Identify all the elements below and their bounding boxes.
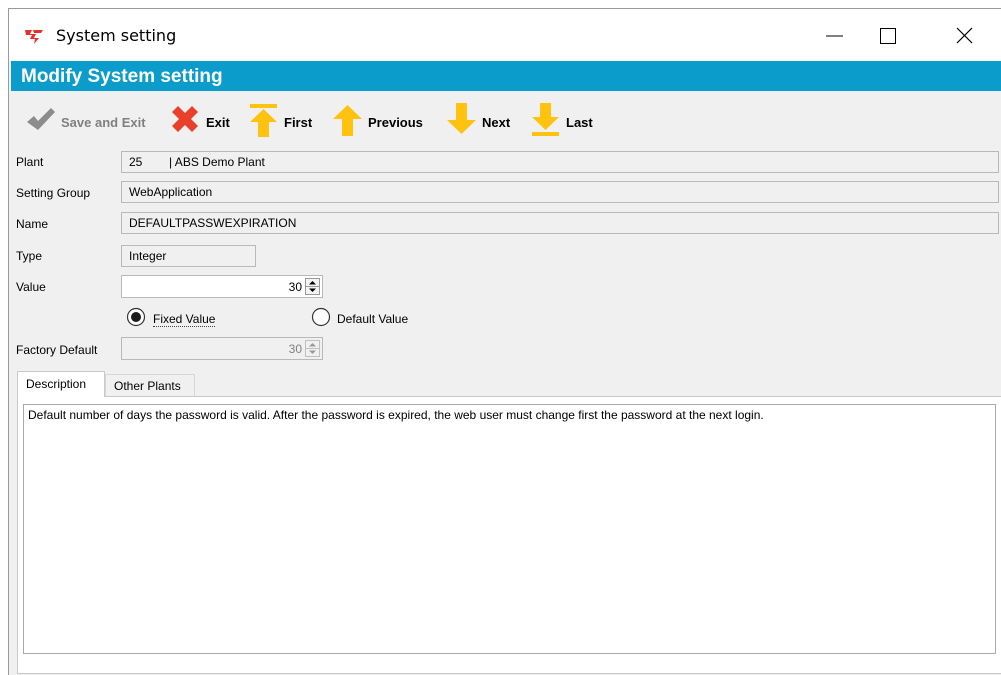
close-icon xyxy=(956,27,973,44)
description-textarea[interactable]: Default number of days the password is v… xyxy=(23,404,996,654)
checkmark-icon xyxy=(27,108,55,130)
tab-description[interactable]: Description xyxy=(17,371,105,397)
first-label: First xyxy=(284,115,313,130)
save-and-exit-label: Save and Exit xyxy=(61,115,146,130)
plant-label: Plant xyxy=(16,155,44,169)
spinner-arrows-disabled-icon xyxy=(305,340,320,357)
value-spinner[interactable]: 30 xyxy=(121,275,323,298)
name-field[interactable]: DEFAULTPASSWEXPIRATION xyxy=(121,212,999,234)
factory-default-value: 30 xyxy=(288,342,302,356)
factory-default-spinner: 30 xyxy=(121,337,323,360)
arrow-to-top-icon xyxy=(250,104,277,137)
minimize-button[interactable] xyxy=(812,9,858,61)
red-x-icon xyxy=(172,106,198,132)
save-and-exit-button[interactable]: Save and Exit xyxy=(23,102,168,136)
form-header: Modify System setting xyxy=(11,61,1001,91)
maximize-button[interactable] xyxy=(866,9,912,61)
description-panel: Default number of days the password is v… xyxy=(17,396,1001,674)
previous-button[interactable]: Previous xyxy=(331,102,437,136)
plant-field[interactable]: 25 | ABS Demo Plant xyxy=(121,151,999,173)
name-label: Name xyxy=(16,217,49,231)
setting-group-field[interactable]: WebApplication xyxy=(121,181,999,203)
arrow-to-bottom-icon xyxy=(532,103,559,136)
window-title: System setting xyxy=(56,26,177,45)
fixed-value-radio[interactable] xyxy=(126,307,146,330)
title-bar[interactable]: System setting xyxy=(9,9,1001,61)
next-button[interactable]: Next xyxy=(445,102,525,136)
next-label: Next xyxy=(482,115,511,130)
factory-default-label: Factory Default xyxy=(16,343,98,357)
description-text: Default number of days the password is v… xyxy=(28,408,764,422)
setting-group-label: Setting Group xyxy=(16,186,91,200)
value-spinner-value: 30 xyxy=(288,280,302,294)
exit-button[interactable]: Exit xyxy=(169,102,235,136)
arrow-up-icon xyxy=(333,105,362,136)
form-header-title: Modify System setting xyxy=(21,66,223,87)
close-button[interactable] xyxy=(939,9,985,61)
radio-selected-icon xyxy=(126,307,146,327)
type-label: Type xyxy=(16,249,43,263)
radio-unselected-icon xyxy=(311,307,331,327)
first-button[interactable]: First xyxy=(247,102,323,137)
previous-label: Previous xyxy=(368,115,423,130)
default-value-radio[interactable] xyxy=(311,307,331,330)
app-logo-icon xyxy=(25,30,43,44)
value-label: Value xyxy=(16,280,46,294)
system-setting-window: System setting Modify System setting Sav… xyxy=(8,8,1001,675)
exit-label: Exit xyxy=(206,115,230,130)
toolbar: Save and Exit Exit First Previous Next L… xyxy=(11,102,1001,138)
arrow-down-icon xyxy=(447,103,476,134)
spinner-arrows-icon[interactable] xyxy=(305,278,320,295)
fixed-value-label[interactable]: Fixed Value xyxy=(153,312,216,327)
default-value-label[interactable]: Default Value xyxy=(337,312,408,326)
minimize-icon xyxy=(826,35,843,37)
maximize-icon xyxy=(880,28,896,44)
last-label: Last xyxy=(566,115,593,130)
last-button[interactable]: Last xyxy=(529,102,605,136)
type-field[interactable]: Integer xyxy=(121,245,256,267)
tab-other-plants[interactable]: Other Plants xyxy=(105,374,195,396)
